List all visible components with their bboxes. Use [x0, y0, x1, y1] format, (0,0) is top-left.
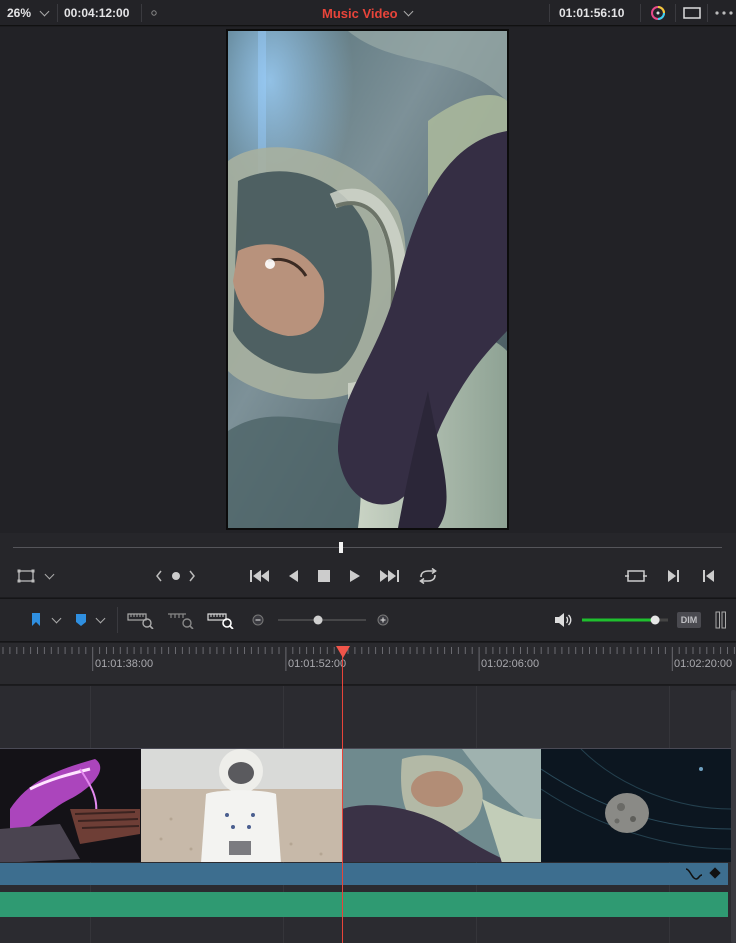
zoom-full-icon[interactable]	[127, 611, 155, 629]
vertical-scrollbar[interactable]	[731, 690, 736, 943]
video-clip-astronaut-beach[interactable]	[141, 748, 342, 862]
video-clip-astronaut-closeup[interactable]	[342, 748, 541, 862]
audio-meter-icon[interactable]	[714, 611, 728, 629]
ruler-timecode-2: 01:01:52:00	[288, 658, 347, 670]
playhead-line[interactable]	[342, 654, 343, 943]
audio-level-slider[interactable]	[582, 611, 668, 629]
timeline-toolbar: DIM	[0, 598, 736, 642]
dim-button[interactable]: DIM	[677, 612, 701, 628]
more-options-icon[interactable]	[714, 0, 734, 26]
audio-track-1[interactable]	[0, 863, 728, 885]
video-clip-neon-figure[interactable]	[0, 748, 141, 862]
reverse-play-icon[interactable]	[284, 567, 302, 585]
video-preview-image	[228, 31, 507, 528]
video-clip-asteroid-space[interactable]	[541, 748, 731, 862]
zoom-dropdown-chevron-down-icon[interactable]	[39, 0, 50, 26]
flag-icon[interactable]	[28, 611, 44, 629]
zoom-slider[interactable]	[278, 611, 366, 629]
transport-controls	[0, 533, 736, 597]
timeline-name[interactable]: Music Video	[322, 0, 398, 26]
zoom-level[interactable]: 26%	[7, 0, 31, 26]
current-timecode[interactable]: 01:01:56:10	[559, 0, 624, 26]
stop-icon[interactable]	[315, 567, 333, 585]
jump-to-end-icon[interactable]	[377, 567, 401, 585]
next-edit-icon[interactable]	[185, 567, 199, 585]
zoom-out-icon[interactable]	[251, 611, 265, 629]
color-effects-icon[interactable]	[649, 0, 667, 26]
dot-icon	[151, 0, 157, 26]
viewer[interactable]	[0, 27, 736, 533]
jump-to-start-icon[interactable]	[248, 567, 272, 585]
zoom-custom-icon[interactable]	[207, 611, 235, 629]
viewer-mode-icon[interactable]	[683, 0, 701, 26]
ruler-timecode-1: 01:01:38:00	[95, 658, 154, 670]
transform-icon[interactable]	[16, 567, 36, 585]
video-preview-frame[interactable]	[226, 29, 509, 530]
duration-timecode: 00:04:12:00	[64, 6, 130, 20]
timeline-ruler[interactable]: 01:01:38:00 01:01:52:00 01:02:06:00 01:0…	[0, 643, 736, 685]
playhead-marker[interactable]	[336, 646, 350, 658]
audio-track-2[interactable]	[0, 892, 728, 917]
previous-clip-icon[interactable]	[700, 567, 718, 585]
play-icon[interactable]	[346, 567, 364, 585]
zoom-in-icon[interactable]	[376, 611, 390, 629]
match-frame-icon[interactable]	[624, 567, 648, 585]
flag-dropdown-chevron-down-icon[interactable]	[49, 611, 63, 629]
speaker-icon[interactable]	[552, 611, 574, 629]
prev-edit-icon[interactable]	[152, 567, 166, 585]
marker-dropdown-chevron-down-icon[interactable]	[93, 611, 107, 629]
loop-icon[interactable]	[416, 567, 440, 585]
timeline-dropdown-chevron-down-icon[interactable]	[403, 0, 414, 26]
zoom-detail-icon[interactable]	[167, 611, 195, 629]
audio-curve-icon[interactable]	[684, 863, 724, 885]
top-bar: 26% 00:04:12:00 Music Video 01:01:56:10	[0, 0, 736, 26]
jog-dot-icon[interactable]	[169, 567, 183, 585]
next-clip-icon[interactable]	[664, 567, 682, 585]
timeline-tracks[interactable]	[0, 686, 736, 943]
scrub-bar[interactable]	[13, 547, 722, 548]
ruler-timecode-3: 01:02:06:00	[481, 658, 540, 670]
transform-dropdown-chevron-down-icon[interactable]	[42, 567, 56, 585]
scrub-handle[interactable]	[339, 542, 343, 553]
marker-icon[interactable]	[73, 611, 89, 629]
ruler-timecode-4: 01:02:20:00	[674, 658, 733, 670]
